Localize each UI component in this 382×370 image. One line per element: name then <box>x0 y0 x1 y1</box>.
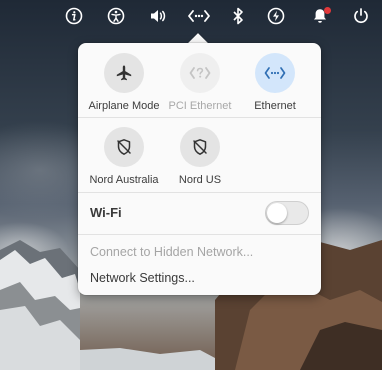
ethernet-unknown-icon <box>189 67 211 79</box>
vpn-disconnected-icon <box>117 139 131 155</box>
separator <box>78 234 321 235</box>
pci-ethernet-button[interactable] <box>180 53 220 93</box>
ethernet-label: Ethernet <box>254 100 296 112</box>
power-icon[interactable] <box>350 6 372 26</box>
vpn-nord-us-label: Nord US <box>178 174 222 186</box>
vpn-nord-australia-label: Nord Australia <box>89 174 159 186</box>
connect-hidden-network-item[interactable]: Connect to Hidden Network... <box>90 245 253 259</box>
pci-ethernet-label: PCI Ethernet <box>168 100 232 112</box>
wifi-row: Wi-Fi <box>90 199 309 227</box>
info-icon[interactable] <box>63 6 85 26</box>
separator <box>78 117 321 118</box>
airplane-mode-button[interactable] <box>104 53 144 93</box>
airplane-icon <box>116 65 132 81</box>
pci-ethernet-toggle[interactable]: PCI Ethernet <box>162 53 238 123</box>
power-saving-icon[interactable] <box>265 6 287 26</box>
ethernet-icon <box>264 67 286 79</box>
wifi-label: Wi-Fi <box>90 205 122 220</box>
volume-icon[interactable] <box>147 6 169 26</box>
network-wired-icon[interactable] <box>188 6 210 26</box>
wifi-switch[interactable] <box>265 201 309 225</box>
wifi-switch-knob <box>267 203 287 223</box>
accessibility-icon[interactable] <box>105 6 127 26</box>
vpn-nord-australia-toggle[interactable]: Nord Australia <box>86 127 162 197</box>
ethernet-button[interactable] <box>255 53 295 93</box>
network-popover: Airplane Mode PCI Ethernet Ethernet Nord… <box>78 43 321 295</box>
notifications-icon[interactable] <box>309 6 331 26</box>
vpn-nord-us-button[interactable] <box>180 127 220 167</box>
bluetooth-icon[interactable] <box>227 6 249 26</box>
vpn-nord-us-toggle[interactable]: Nord US <box>162 127 238 197</box>
toggle-row-2: Nord Australia Nord US <box>78 127 321 197</box>
notification-badge <box>324 7 331 14</box>
separator <box>78 192 321 193</box>
airplane-mode-label: Airplane Mode <box>88 100 160 112</box>
vpn-disconnected-icon <box>193 139 207 155</box>
airplane-mode-toggle[interactable]: Airplane Mode <box>86 53 162 123</box>
top-panel <box>0 0 382 32</box>
vpn-nord-australia-button[interactable] <box>104 127 144 167</box>
ethernet-toggle[interactable]: Ethernet <box>237 53 313 123</box>
network-settings-item[interactable]: Network Settings... <box>90 271 195 285</box>
toggle-row-1: Airplane Mode PCI Ethernet Ethernet <box>78 53 321 123</box>
